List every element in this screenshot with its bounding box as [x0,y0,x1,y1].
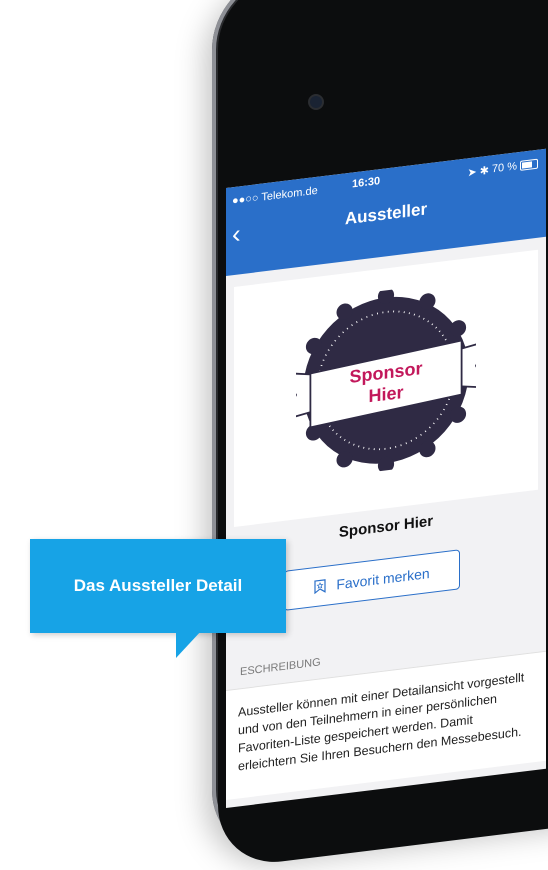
status-right: ➤ ✱ 70 % [467,157,538,179]
camera-icon [310,96,322,108]
sponsor-badge-icon: Sponsor Hier [296,287,476,474]
favorite-button-label: Favorit merken [336,564,430,593]
battery-icon [520,158,538,171]
bookmark-icon [314,579,326,595]
favorite-button[interactable]: Favorit merken [284,549,460,611]
callout-pointer [176,630,202,658]
bluetooth-icon: ✱ [479,164,489,178]
battery-percent: 70 % [491,160,517,176]
exhibitor-logo: Sponsor Hier [234,249,538,528]
phone-screen: ●●○○ Telekom.de 16:30 ➤ ✱ 70 % ‹ Ausstel… [226,148,546,809]
section-label: ESCHREIBUNG [240,656,321,679]
location-icon: ➤ [467,165,477,179]
callout-label: Das Aussteller Detail [73,576,243,595]
callout-box: Das Aussteller Detail [30,539,286,633]
